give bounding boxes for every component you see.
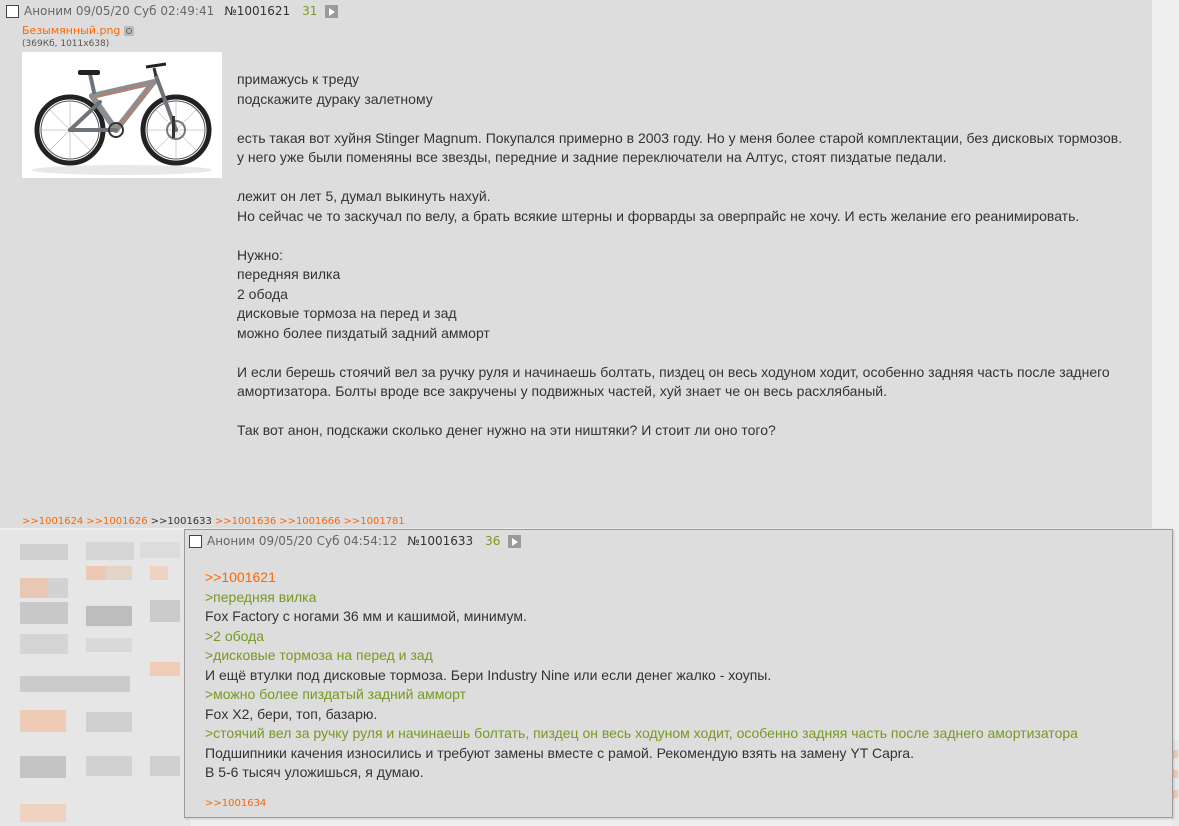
message-line: Подшипники качения износились и требуют … — [205, 744, 914, 761]
op-post-number[interactable]: №1001621 — [224, 4, 290, 18]
op-post-header: Аноним 09/05/20 Суб 02:49:41 №1001621 31 — [6, 3, 339, 19]
reply-link[interactable]: >>1001781 — [343, 516, 404, 527]
reply-link[interactable]: >>1001636 — [215, 516, 276, 527]
quote-link[interactable]: >>1001621 — [205, 568, 1165, 588]
message-line: Fox X2, бери, топ, базарю. — [205, 705, 378, 722]
file-name-link[interactable]: Безымянный.png — [22, 24, 135, 37]
op-post-counter: 31 — [302, 4, 318, 18]
op-post-message: примажусь к треду подскажите дураку залет… — [237, 70, 1137, 441]
bicycle-image — [22, 52, 222, 178]
op-post-datetime: 09/05/20 Суб 02:49:41 — [75, 4, 215, 18]
message-line: Но сейчас че то заскучал по велу, а брат… — [237, 207, 1080, 224]
message-line: Нужно: — [237, 246, 284, 263]
popup-post-header: Аноним 09/05/20 Суб 04:54:12 №1001633 36 — [189, 533, 522, 549]
greentext-quote: >передняя вилка — [205, 588, 317, 605]
message-line: лежит он лет 5, думал выкинуть нахуй. — [237, 188, 491, 204]
message-line: 2 обода — [237, 285, 288, 302]
popup-post-datetime: 09/05/20 Суб 04:54:12 — [258, 534, 398, 548]
popup-post-counter: 36 — [485, 534, 501, 548]
message-line: дисковые тормоза на перед и зад — [237, 305, 457, 321]
greentext-quote: >можно более пиздатый задний амморт — [205, 686, 467, 702]
popup-post-number[interactable]: №1001633 — [407, 534, 473, 548]
post-image-thumbnail[interactable] — [22, 52, 222, 178]
message-line: у него уже были поменяны все звезды, пер… — [237, 149, 947, 165]
reply-link[interactable]: >>1001633 — [151, 516, 212, 527]
obscured-post-area — [0, 530, 190, 826]
reply-link[interactable]: >>1001666 — [279, 516, 340, 527]
reply-link[interactable]: >>1001624 — [22, 516, 83, 527]
popup-post-message: >>1001621 >передняя вилка Fox Factory с но… — [205, 568, 1165, 783]
search-icon[interactable] — [124, 25, 135, 36]
popup-post-author: Аноним — [207, 534, 256, 548]
message-line: можно более пиздатый задний амморт — [237, 324, 490, 341]
op-post: Аноним 09/05/20 Суб 02:49:41 №1001621 31… — [0, 0, 1152, 528]
message-line: есть такая вот хуйня Stinger Magnum. Пок… — [237, 129, 1123, 146]
play-icon[interactable] — [325, 4, 339, 18]
message-line: И ещё втулки под дисковые тормоза. Бери … — [205, 666, 772, 683]
message-line: Fox Factory с ногами 36 мм и кашимой, ми… — [205, 608, 527, 624]
obscured-right-edge — [1172, 740, 1179, 826]
op-post-checkbox[interactable] — [6, 4, 19, 18]
reply-preview-popup: Аноним 09/05/20 Суб 04:54:12 №1001633 36… — [184, 529, 1173, 818]
message-line: И если берешь стоячий вел за ручку руля … — [237, 363, 1110, 400]
page-right-gutter — [1156, 0, 1179, 528]
message-line: передняя вилка — [237, 266, 341, 282]
reply-link[interactable]: >>1001626 — [86, 516, 147, 527]
op-post-replies: >>1001624 >>1001626 >>1001633 >>1001636 >>10… — [22, 516, 408, 527]
greentext-quote: >стоячий вел за ручку руля и начинаешь б… — [205, 725, 1078, 741]
file-meta: (369Кб, 1011x638) — [22, 39, 110, 49]
greentext-quote: >2 обода — [205, 627, 265, 644]
popup-post-checkbox[interactable] — [189, 534, 202, 548]
message-line: подскажите дураку залетному — [237, 90, 433, 107]
greentext-quote: >дисковые тормоза на перед и зад — [205, 647, 433, 663]
message-line: примажусь к треду — [237, 71, 360, 87]
message-line: В 5-6 тысяч уложишься, я думаю. — [205, 764, 424, 780]
message-line: Так вот анон, подскажи сколько денег нуж… — [237, 422, 776, 438]
file-name[interactable]: Безымянный.png — [22, 24, 120, 37]
op-post-author: Аноним — [24, 4, 73, 18]
play-icon[interactable] — [508, 534, 522, 548]
popup-reply-link[interactable]: >>1001634 — [205, 798, 266, 809]
